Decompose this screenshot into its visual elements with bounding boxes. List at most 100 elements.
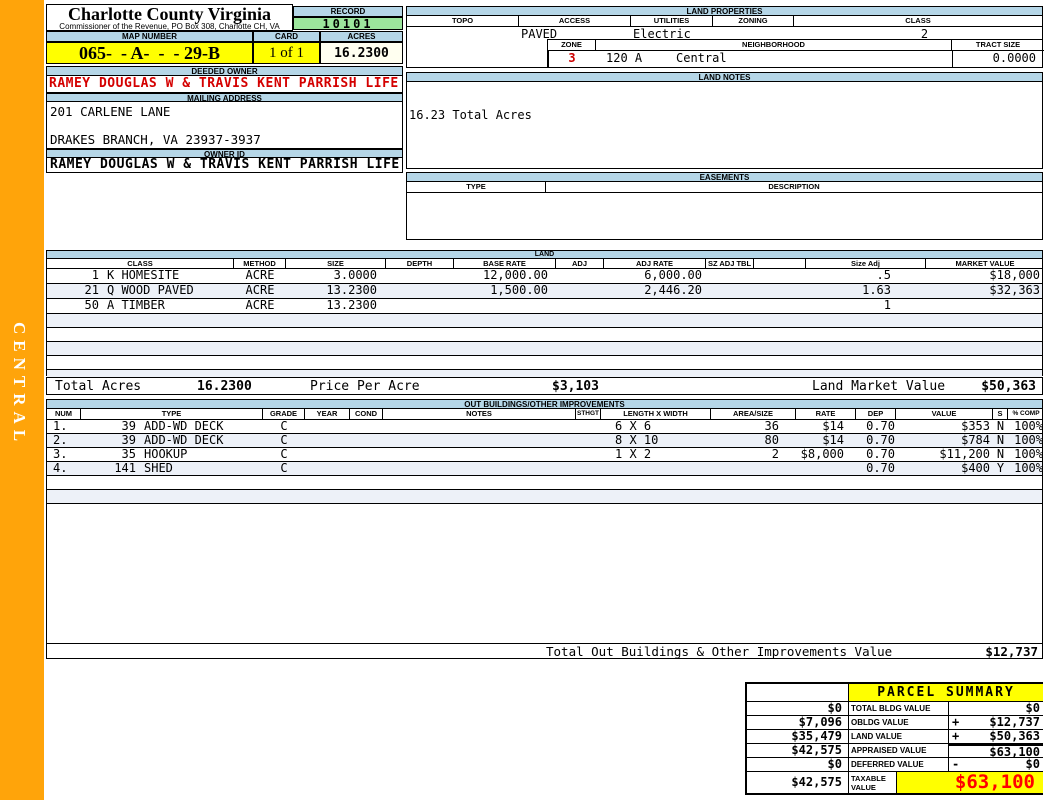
land-sz-adj-tbl-header: SZ ADJ TBL (706, 259, 754, 268)
land-depth-header: DEPTH (386, 259, 454, 268)
deeded-owner-label: DEEDED OWNER (46, 66, 403, 76)
ob-area-size: 36 (764, 419, 779, 433)
ob-dep: 0.70 (866, 461, 895, 475)
ob-empty-row (47, 476, 1042, 490)
land-size-adj-header: Size Adj (806, 259, 926, 268)
ps-prior-total-bldg: $0 (747, 702, 849, 716)
ob-row-3: 3. 35 HOOKUP C 1 X 2 2 $8,000 0.70 $11,2… (47, 447, 1043, 462)
ps-value-deferred-cell: - $0 (949, 758, 1043, 772)
ps-label-total-bldg: TOTAL BLDG VALUE (849, 702, 949, 716)
map-number-value: 065- - A- - - 29-B (46, 42, 253, 64)
land-base-rate: 1,500.00 (490, 283, 548, 297)
ob-type-name: ADD-WD DECK (144, 433, 224, 447)
ob-s: N (996, 447, 1005, 461)
acres-label: ACRES (320, 31, 403, 42)
land-market-value: $18,000 (989, 268, 1040, 282)
land-notes-title: LAND NOTES (406, 72, 1043, 82)
land-properties-title: LAND PROPERTIES (406, 6, 1043, 16)
ob-length-width-header: LENGTH X WIDTH (601, 409, 711, 419)
ob-grade: C (280, 461, 288, 475)
ob-area-size: 80 (764, 433, 779, 447)
county-header-box: Charlotte County Virginia Commissioner o… (46, 4, 293, 31)
ps-op: + (952, 715, 960, 729)
land-properties-header-row: TOPO ACCESS UTILITIES ZONING CLASS (406, 16, 1043, 27)
land-size-header: SIZE (286, 259, 386, 268)
acres-value: 16.2300 (320, 42, 403, 64)
land-market-value-header: MARKET VALUE (955, 259, 1015, 268)
ps-label-taxable: TAXABLE VALUE (849, 772, 897, 793)
ps-value: $12,737 (989, 715, 1040, 729)
land-method: ACRE (245, 283, 275, 297)
ob-dep: 0.70 (866, 419, 895, 433)
ps-prior-obldg: $7,096 (747, 716, 849, 730)
ps-value-total-bldg-cell: $0 (949, 702, 1043, 716)
ob-type-name: HOOKUP (144, 447, 188, 461)
ob-dep-header: DEP (856, 409, 896, 419)
ob-area-size: 2 (771, 447, 779, 461)
ob-sthgt-header: STHGT (576, 409, 601, 419)
zone-header: ZONE (548, 40, 596, 51)
total-acres-value: 16.2300 (197, 379, 252, 394)
ps-prior-land: $35,479 (747, 730, 849, 744)
ps-prior-taxable: $42,575 (747, 772, 849, 793)
ob-area-size-header: AREA/SIZE (711, 409, 796, 419)
card-value: 1 of 1 (253, 42, 320, 64)
land-method: ACRE (245, 268, 275, 282)
ps-label-land: LAND VALUE (849, 730, 949, 744)
land-empty-row (47, 328, 1042, 342)
land-class: Q WOOD PAVED (107, 283, 194, 297)
ps-label-appraised: APPRAISED VALUE (849, 744, 949, 758)
map-number-label: MAP NUMBER (46, 31, 253, 42)
land-base-rate-header: BASE RATE (454, 259, 556, 268)
land-totals-row: Total Acres 16.2300 Price Per Acre $3,10… (46, 377, 1043, 395)
county-subtitle: Commissioner of the Revenue, PO Box 308,… (59, 22, 280, 31)
total-acres-label: Total Acres (55, 379, 142, 394)
utilities-header: UTILITIES (631, 16, 713, 26)
ps-prior-appraised: $42,575 (747, 744, 849, 758)
neighborhood-header: NEIGHBORHOOD (596, 40, 952, 51)
divider (952, 51, 953, 68)
ob-type-header: TYPE (81, 409, 263, 419)
easement-description-header: DESCRIPTION (768, 182, 820, 191)
land-rows: 1 K HOMESITE ACRE 3.0000 12,000.00 6,000… (46, 268, 1043, 384)
ob-dep: 0.70 (866, 447, 895, 461)
ps-value-land-cell: + $50,363 (949, 730, 1043, 744)
district-sidebar: CENTRAL (0, 0, 44, 800)
land-method-header: METHOD (234, 259, 286, 268)
land-size-adj: 1 (883, 298, 891, 312)
land-size: 3.0000 (333, 268, 377, 282)
ps-value: $0 (1025, 757, 1040, 771)
land-size: 13.2300 (326, 298, 377, 312)
ps-value: $50,363 (989, 729, 1040, 743)
land-empty-row (47, 314, 1042, 328)
land-class-header: CLASS (47, 259, 234, 268)
property-record-card: CENTRAL Charlotte County Virginia Commis… (0, 0, 1050, 800)
land-adj-rate: 2,446.20 (644, 283, 702, 297)
ps-taxable-value: $63,100 (897, 772, 1043, 793)
ob-s-header: S (993, 409, 1008, 419)
ob-empty-row (47, 490, 1042, 504)
ob-grade: C (280, 419, 288, 433)
ps-label-obldg: OBLDG VALUE (849, 716, 949, 730)
land-market-value-total: $50,363 (981, 379, 1036, 394)
ob-num: 4. (53, 461, 68, 475)
outbuildings-total-row: Total Out Buildings & Other Improvements… (46, 643, 1043, 659)
ob-grade-header: GRADE (263, 409, 305, 419)
ob-value: $784 (961, 433, 990, 447)
ob-value: $11,200 (939, 447, 990, 461)
ob-row-2: 2. 39 ADD-WD DECK C 8 X 10 80 $14 0.70 $… (47, 433, 1043, 448)
land-adj-header: ADJ (556, 259, 604, 268)
ob-type-code: 39 (121, 433, 136, 447)
ob-s: N (996, 419, 1005, 433)
ob-length-width: 1 X 2 (615, 447, 652, 461)
ob-pct-comp: 100% (1014, 447, 1043, 461)
outbuildings-rows: 1. 39 ADD-WD DECK C 6 X 6 36 $14 0.70 $3… (46, 419, 1043, 518)
ob-cond-header: COND (350, 409, 383, 419)
ob-rate: $14 (822, 419, 844, 433)
land-size-adj: .5 (876, 268, 891, 282)
deeded-owner-value: RAMEY DOUGLAS W & TRAVIS KENT PARRISH LI… (46, 76, 403, 93)
land-notes-text: 16.23 Total Acres (409, 108, 532, 122)
land-row-3: 50 A TIMBER ACRE 13.2300 1 (47, 299, 1042, 314)
land-blank-header (754, 259, 806, 268)
easement-type-header: TYPE (407, 182, 546, 192)
